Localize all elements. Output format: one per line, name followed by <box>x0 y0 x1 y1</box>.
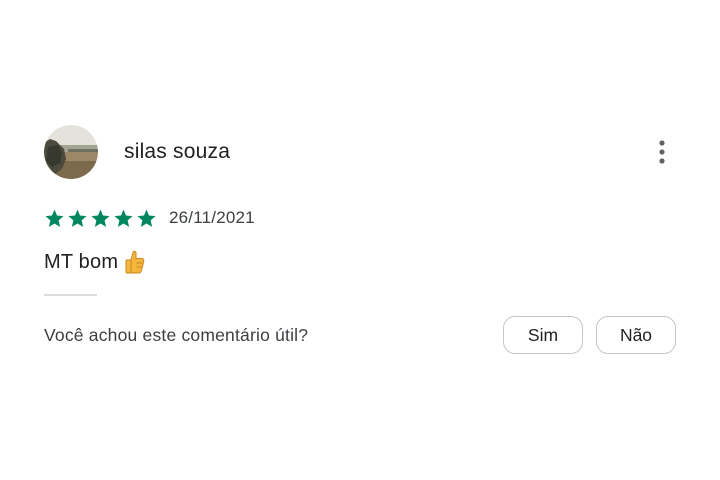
star-icon <box>137 209 156 227</box>
review-body: MT bom <box>44 247 146 277</box>
author-name: silas souza <box>124 140 231 163</box>
divider <box>44 294 97 296</box>
avatar[interactable] <box>44 125 98 179</box>
helpful-question: Você achou este comentário útil? <box>44 325 309 345</box>
rating-row: 26/11/2021 <box>44 206 255 230</box>
thumbs-up-icon <box>125 250 145 274</box>
star-icon <box>91 209 110 227</box>
review-date: 26/11/2021 <box>169 208 255 227</box>
avatar-image <box>44 125 98 179</box>
more-vert-icon <box>659 140 665 164</box>
helpful-yes-button[interactable]: Sim <box>503 316 583 354</box>
star-icon <box>114 209 133 227</box>
star-rating <box>44 208 157 229</box>
review-text: MT bom <box>44 250 119 273</box>
more-options-button[interactable] <box>646 134 678 170</box>
helpful-no-button[interactable]: Não <box>596 316 676 354</box>
star-icon <box>68 209 87 227</box>
review-card: silas souza 26/11/2021 MT bom Você achou… <box>0 0 720 480</box>
star-icon <box>45 209 64 227</box>
